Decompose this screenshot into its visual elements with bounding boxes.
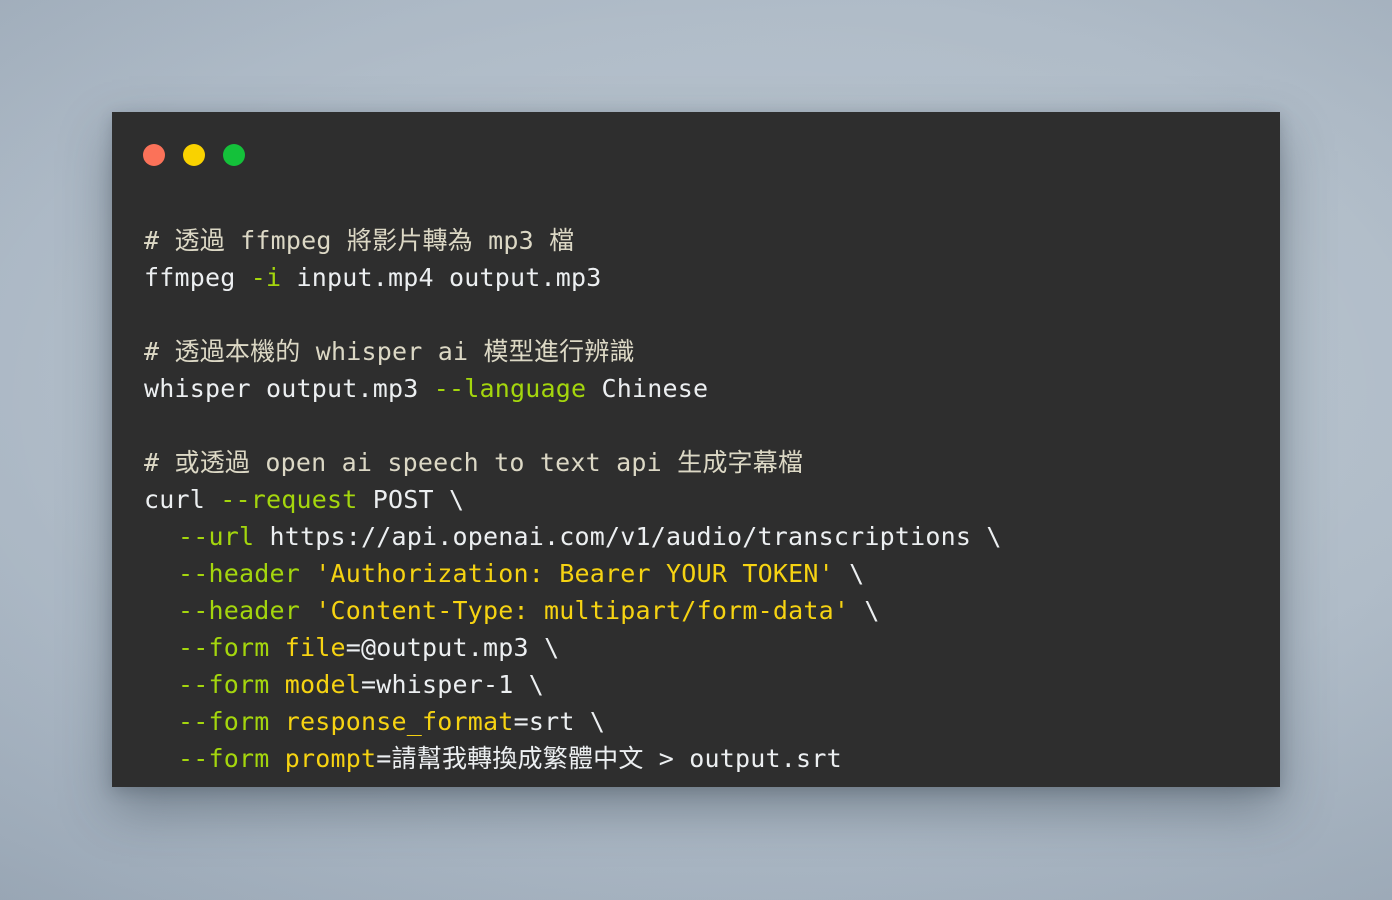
terminal-titlebar[interactable]	[112, 112, 1280, 198]
token-flag: --url	[178, 522, 255, 551]
token-flag: --form	[178, 633, 270, 662]
line-9-curl-url: --url https://api.openai.com/v1/audio/tr…	[144, 518, 1248, 555]
line-13-curl-form-model: --form model=whisper-1 \	[144, 666, 1248, 703]
token-plain: whisper output.mp3	[144, 374, 434, 403]
token-comment: # 透過 ffmpeg 將影片轉為 mp3 檔	[144, 226, 575, 255]
token-plain: =@output.mp3 \	[345, 633, 560, 662]
token-plain: =srt \	[513, 707, 606, 736]
token-key: model	[284, 670, 362, 699]
token-plain: \	[849, 596, 880, 625]
line-2-ffmpeg-command: ffmpeg -i input.mp4 output.mp3	[144, 259, 1248, 296]
close-window-button[interactable]	[143, 144, 165, 166]
terminal-window: # 透過 ffmpeg 將影片轉為 mp3 檔 ffmpeg -i input.m…	[112, 112, 1280, 787]
terminal-code-area[interactable]: # 透過 ffmpeg 將影片轉為 mp3 檔 ffmpeg -i input.m…	[112, 198, 1280, 787]
token-comment: # 或透過 open ai speech to text api 生成字幕檔	[144, 448, 804, 477]
line-4-comment-whisper: # 透過本機的 whisper ai 模型進行辨識	[144, 333, 1248, 370]
line-1-comment-ffmpeg: # 透過 ffmpeg 將影片轉為 mp3 檔	[144, 222, 1248, 259]
line-5-whisper-command: whisper output.mp3 --language Chinese	[144, 370, 1248, 407]
token-key: file	[284, 633, 346, 662]
token-plain: https://api.openai.com/v1/audio/transcri…	[254, 522, 1002, 551]
token-plain: \	[833, 559, 865, 588]
token-plain: Chinese	[586, 374, 709, 403]
line-15-curl-form-prompt: --form prompt=請幫我轉換成繁體中文 > output.srt	[144, 740, 1248, 777]
token-flag: --header	[178, 559, 301, 588]
line-11-curl-header-content-type: --header 'Content-Type: multipart/form-d…	[144, 592, 1248, 629]
minimize-window-button[interactable]	[183, 144, 205, 166]
token-flag: --request	[220, 485, 358, 514]
app-root: # 透過 ffmpeg 將影片轉為 mp3 檔 ffmpeg -i input.m…	[0, 0, 1392, 900]
token-string: 'Authorization: Bearer YOUR TOKEN'	[315, 559, 834, 588]
line-10-curl-header-auth: --header 'Authorization: Bearer YOUR TOK…	[144, 555, 1248, 592]
token-flag: --form	[178, 744, 270, 773]
token-plain: POST \	[357, 485, 465, 514]
token-flag: -i	[250, 263, 282, 292]
line-8-curl-request: curl --request POST \	[144, 481, 1248, 518]
token-plain: =whisper-1 \	[361, 670, 545, 699]
maximize-window-button[interactable]	[223, 144, 245, 166]
line-12-curl-form-file: --form file=@output.mp3 \	[144, 629, 1248, 666]
token-plain: input.mp4 output.mp3	[281, 263, 602, 292]
line-3-blank	[144, 296, 1248, 333]
token-flag: --header	[178, 596, 301, 625]
token-comment: # 透過本機的 whisper ai 模型進行辨識	[144, 337, 635, 366]
token-flag: --form	[178, 707, 270, 736]
line-14-curl-form-response-format: --form response_format=srt \	[144, 703, 1248, 740]
line-7-comment-openai: # 或透過 open ai speech to text api 生成字幕檔	[144, 444, 1248, 481]
token-plain: =請幫我轉換成繁體中文 > output.srt	[376, 744, 842, 773]
token-plain: curl	[144, 485, 221, 514]
token-flag: --form	[178, 670, 270, 699]
token-plain: ffmpeg	[144, 263, 251, 292]
token-flag: --language	[433, 374, 587, 403]
token-string: 'Content-Type: multipart/form-data'	[315, 596, 850, 625]
token-key: prompt	[284, 744, 377, 773]
line-6-blank	[144, 407, 1248, 444]
token-key: response_format	[284, 707, 514, 736]
